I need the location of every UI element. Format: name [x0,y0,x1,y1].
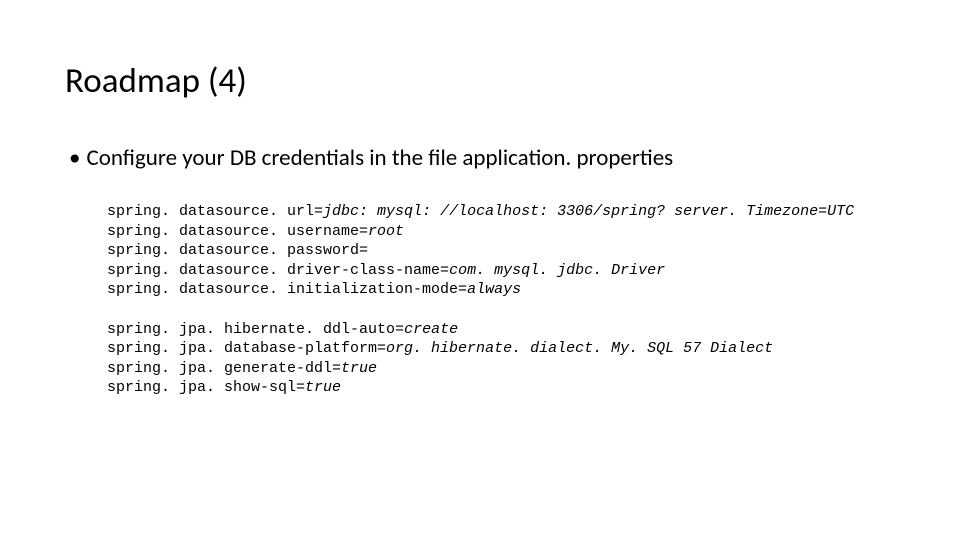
code-key: spring. datasource. password= [107,242,368,259]
code-key: spring. jpa. hibernate. ddl-auto= [107,321,404,338]
code-key: spring. datasource. driver-class-name= [107,262,449,279]
code-key: spring. datasource. url= [107,203,323,220]
code-key: spring. jpa. show-sql= [107,379,305,396]
code-key: spring. datasource. initialization-mode= [107,281,467,298]
code-val: true [305,379,341,396]
code-val: com. mysql. jdbc. Driver [449,262,665,279]
bullet-text: Configure your DB credentials in the fil… [86,144,673,172]
code-val: create [404,321,458,338]
code-key: spring. datasource. username= [107,223,368,240]
code-val: root [368,223,404,240]
code-val: org. hibernate. dialect. My. SQL 57 Dial… [386,340,773,357]
code-val: true [341,360,377,377]
bullet-line: •Configure your DB credentials in the fi… [65,144,895,172]
code-key: spring. jpa. database-platform= [107,340,386,357]
code-val: jdbc: mysql: //localhost: 3306/spring? s… [323,203,854,220]
code-key: spring. jpa. generate-ddl= [107,360,341,377]
slide-title: Roadmap (4) [65,60,895,102]
code-block-jpa: spring. jpa. hibernate. ddl-auto=create … [65,320,895,398]
code-val: always [467,281,521,298]
bullet-marker-icon: • [69,144,80,172]
code-block-datasource: spring. datasource. url=jdbc: mysql: //l… [65,202,895,300]
